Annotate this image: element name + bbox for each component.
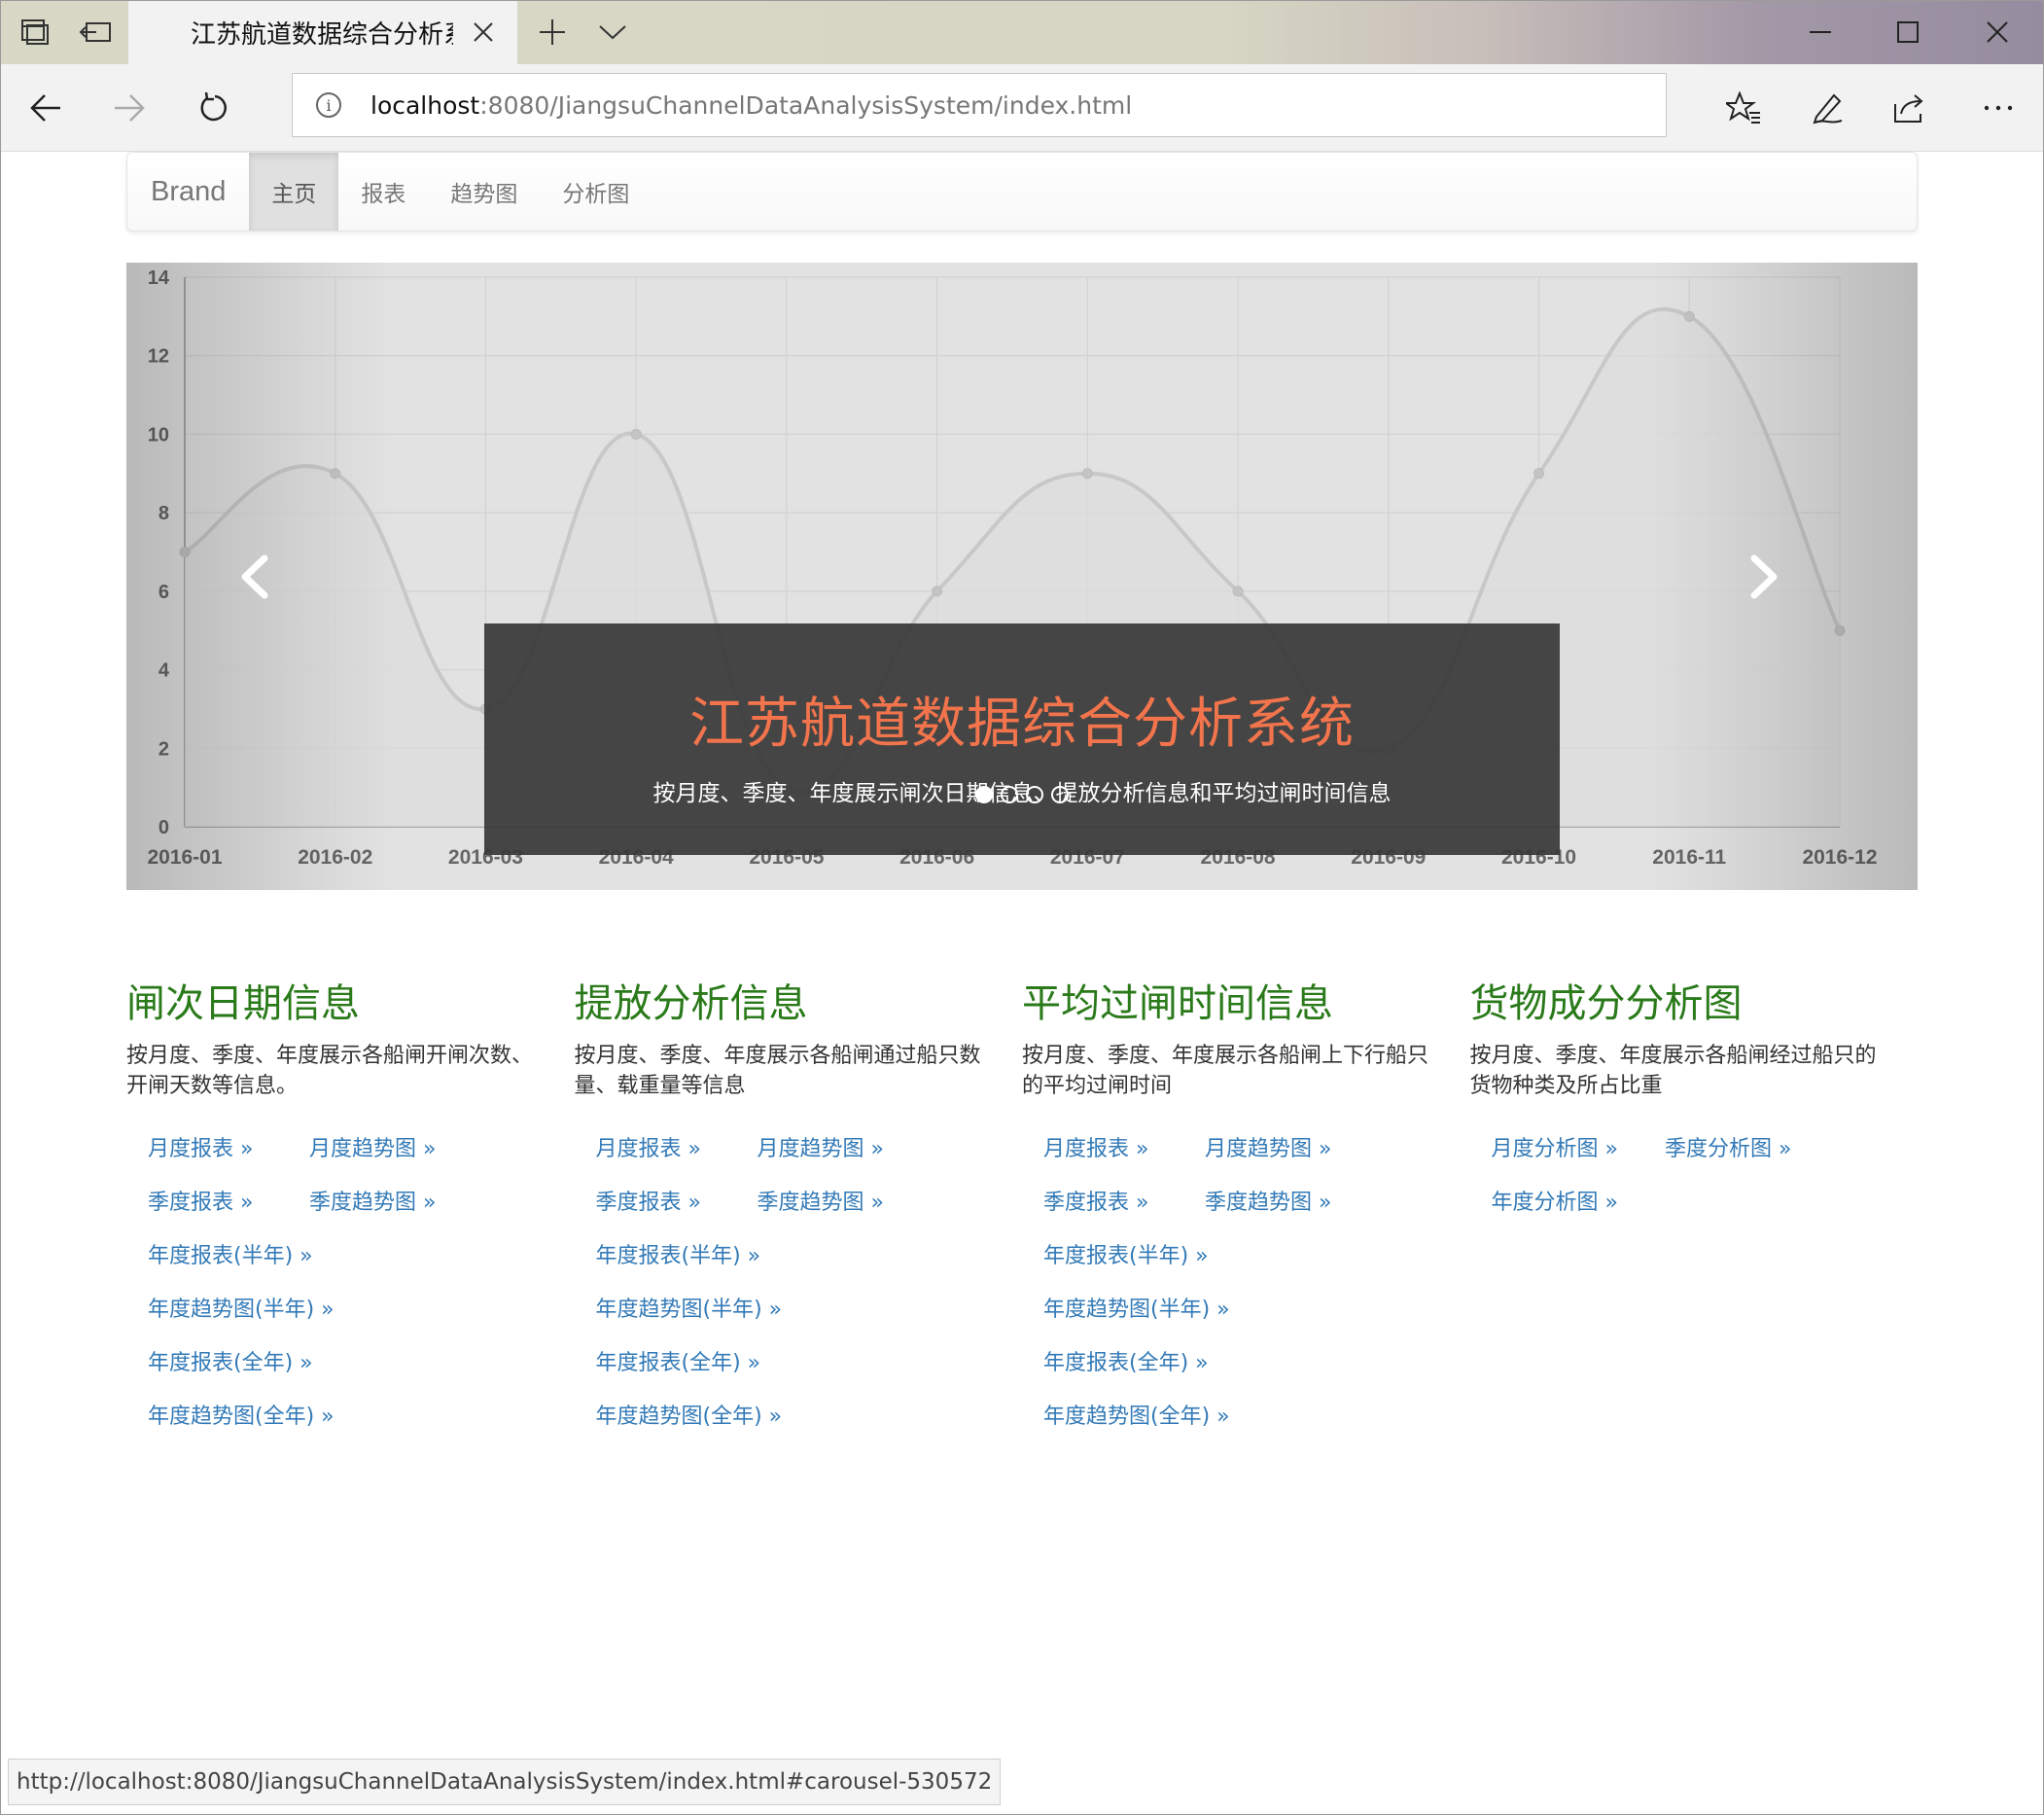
minimize-icon[interactable]: [1776, 0, 1865, 64]
section-title: 提放分析信息: [574, 981, 808, 1026]
section-link[interactable]: 月度报表 »: [596, 1122, 711, 1176]
feature-column: 闸次日期信息按月度、季度、年度展示各船闸开闸次数、开闸天数等信息。月度报表 » 月…: [126, 973, 575, 1443]
forward-icon[interactable]: [105, 84, 154, 132]
section-link[interactable]: 季度报表 »: [596, 1176, 711, 1229]
web-note-icon[interactable]: [1803, 84, 1851, 132]
section-link[interactable]: 季度报表 »: [1043, 1176, 1158, 1229]
tab-close-icon[interactable]: [467, 16, 500, 49]
address-bar[interactable]: i localhost:8080/JiangsuChannelDataAnaly…: [292, 73, 1667, 137]
section-link[interactable]: 月度趋势图 »: [758, 1122, 884, 1176]
section-link[interactable]: 年度趋势图(全年) »: [596, 1390, 1000, 1443]
data-point: [1533, 468, 1545, 480]
section-link[interactable]: 季度趋势图 »: [309, 1176, 436, 1229]
section-link[interactable]: 月度报表 »: [1043, 1122, 1158, 1176]
section-link[interactable]: 年度分析图 »: [1492, 1176, 1849, 1229]
tab-title: 江苏航道数据综合分析系: [191, 19, 453, 50]
section-link[interactable]: 季度趋势图 »: [758, 1176, 884, 1229]
section-link[interactable]: 年度趋势图(全年) »: [148, 1390, 551, 1443]
section-title: 货物成分分析图: [1469, 981, 1743, 1026]
carousel-indicator[interactable]: [1051, 786, 1069, 803]
section-link[interactable]: 年度趋势图(全年) »: [1043, 1390, 1447, 1443]
tab-set-aside-icon[interactable]: [14, 0, 56, 64]
section-description: 按月度、季度、年度展示各船闸上下行船只的平均过闸时间: [1022, 1044, 1429, 1098]
tab-preview-chevron-icon[interactable]: [591, 0, 634, 64]
nav-trends[interactable]: 趋势图: [428, 153, 540, 231]
more-options-icon[interactable]: [1974, 84, 2023, 132]
carousel-title: 江苏航道数据综合分析系统: [689, 693, 1355, 756]
url-path: :8080/JiangsuChannelDataAnalysisSystem/i…: [479, 90, 1133, 120]
new-tab-icon[interactable]: [531, 0, 574, 64]
section-description: 按月度、季度、年度展示各船闸通过船只数量、载重量等信息: [574, 1044, 981, 1098]
section-link[interactable]: 月度趋势图 »: [1205, 1122, 1331, 1176]
carousel: 024681012142016-012016-022016-032016-042…: [126, 263, 1918, 890]
section-link[interactable]: 季度分析图 »: [1665, 1122, 1791, 1176]
section-link[interactable]: 年度趋势图(半年) »: [596, 1283, 1000, 1336]
section-link[interactable]: 年度趋势图(半年) »: [1043, 1283, 1447, 1336]
section-link[interactable]: 年度报表(半年) »: [596, 1229, 1000, 1283]
section-links: 月度报表 » 月度趋势图 » 季度报表 » 季度趋势图 » 年度报表(半年) » 年度趋势…: [1022, 1122, 1447, 1443]
nav-home[interactable]: 主页: [249, 153, 339, 231]
maximize-icon[interactable]: [1863, 0, 1953, 64]
section-title: 平均过闸时间信息: [1022, 981, 1333, 1026]
carousel-indicator[interactable]: [1026, 786, 1043, 803]
section-description: 按月度、季度、年度展示各船闸开闸次数、开闸天数等信息。: [126, 1044, 534, 1098]
share-icon[interactable]: [1886, 84, 1935, 132]
data-point: [630, 428, 642, 440]
navbar-brand[interactable]: Brand: [127, 153, 249, 231]
status-bar-url: http://localhost:8080/JiangsuChannelData…: [8, 1759, 1002, 1805]
section-link[interactable]: 年度报表(全年) »: [596, 1336, 1000, 1390]
data-point: [932, 586, 943, 597]
feature-columns: 闸次日期信息按月度、季度、年度展示各船闸开闸次数、开闸天数等信息。月度报表 » 月…: [126, 973, 1918, 1443]
carousel-indicators: [484, 786, 1560, 803]
section-title: 闸次日期信息: [126, 981, 360, 1026]
section-link[interactable]: 年度报表(半年) »: [148, 1229, 551, 1283]
carousel-indicator[interactable]: [975, 786, 993, 803]
active-tab[interactable]: 江苏航道数据综合分析系: [128, 0, 517, 64]
section-description: 按月度、季度、年度展示各船闸经过船只的货物种类及所占比重: [1469, 1044, 1877, 1098]
section-link[interactable]: 月度趋势图 »: [309, 1122, 436, 1176]
section-links: 月度报表 » 月度趋势图 » 季度报表 » 季度趋势图 » 年度报表(半年) » 年度趋势…: [126, 1122, 551, 1443]
carousel-indicator[interactable]: [1001, 786, 1018, 803]
feature-column: 货物成分分析图按月度、季度、年度展示各船闸经过船只的货物种类及所占比重月度分析图…: [1470, 973, 1919, 1443]
carousel-next-icon[interactable]: [1748, 554, 1807, 613]
browser-titlebar: 江苏航道数据综合分析系: [0, 0, 2044, 64]
site-info-icon[interactable]: i: [316, 92, 341, 118]
section-links: 月度报表 » 月度趋势图 » 季度报表 » 季度趋势图 » 年度报表(半年) » 年度趋势…: [575, 1122, 1000, 1443]
refresh-icon[interactable]: [191, 84, 239, 132]
section-links: 月度分析图 » 季度分析图 » 年度分析图 »: [1470, 1122, 1895, 1229]
nav-analysis[interactable]: 分析图: [540, 153, 652, 231]
favorites-icon[interactable]: [1719, 84, 1768, 132]
close-window-icon[interactable]: [1953, 0, 2042, 64]
section-link[interactable]: 季度报表 »: [148, 1176, 263, 1229]
section-link[interactable]: 月度报表 »: [148, 1122, 263, 1176]
data-point: [1232, 586, 1244, 597]
section-link[interactable]: 年度趋势图(半年) »: [148, 1283, 551, 1336]
back-icon[interactable]: [21, 84, 70, 132]
site-navbar: Brand 主页 报表 趋势图 分析图: [126, 152, 1918, 231]
feature-column: 提放分析信息按月度、季度、年度展示各船闸通过船只数量、载重量等信息月度报表 » 月…: [575, 973, 1023, 1443]
section-link[interactable]: 年度报表(全年) »: [1043, 1336, 1447, 1390]
data-point: [1081, 468, 1093, 480]
feature-column: 平均过闸时间信息按月度、季度、年度展示各船闸上下行船只的平均过闸时间月度报表 »…: [1022, 973, 1470, 1443]
section-link[interactable]: 年度报表(半年) »: [1043, 1229, 1447, 1283]
carousel-caption: 江苏航道数据综合分析系统 按月度、季度、年度展示闸次日期信息、提放分析信息和平均…: [484, 623, 1560, 855]
carousel-prev-icon[interactable]: [237, 554, 296, 613]
nav-reports[interactable]: 报表: [338, 153, 428, 231]
section-link[interactable]: 季度趋势图 »: [1205, 1176, 1331, 1229]
tabs-aside-icon[interactable]: [74, 0, 117, 64]
url-host: localhost: [370, 90, 480, 120]
browser-toolbar: i localhost:8080/JiangsuChannelDataAnaly…: [0, 64, 2044, 152]
section-link[interactable]: 月度分析图 »: [1492, 1122, 1618, 1176]
section-link[interactable]: 年度报表(全年) »: [148, 1336, 551, 1390]
